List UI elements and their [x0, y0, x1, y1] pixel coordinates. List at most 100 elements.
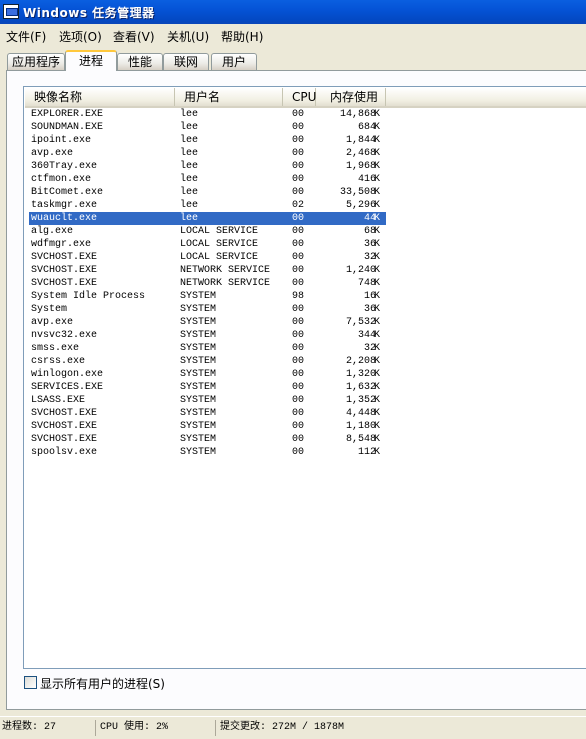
process-row[interactable]: EXPLORER.EXE lee 00 14,868 K — [24, 108, 586, 121]
menu-view[interactable]: 查看(V) — [113, 28, 155, 45]
process-memory: 8,548 — [345, 434, 376, 445]
process-memory: 1,968 — [345, 161, 376, 172]
column-cpu[interactable]: CPU — [283, 88, 316, 106]
process-list[interactable]: 映像名称 用户名 CPU 内存使用 EXPLORER.EXE lee 00 14,86… — [23, 86, 586, 669]
tab-performance[interactable]: 性能 — [117, 53, 163, 70]
status-process-count: 进程数: 27 — [2, 722, 57, 733]
process-cpu: 00 — [292, 122, 305, 133]
process-row[interactable]: csrss.exe SYSTEM 00 2,208 K — [24, 355, 586, 368]
tab-applications[interactable]: 应用程序 — [7, 53, 65, 70]
process-row[interactable]: nvsvc32.exe SYSTEM 00 344 K — [24, 329, 586, 342]
process-row[interactable]: avp.exe lee 00 2,468 K — [24, 147, 586, 160]
process-row[interactable]: LSASS.EXE SYSTEM 00 1,352 K — [24, 394, 586, 407]
process-memory-unit: K — [374, 213, 381, 224]
process-row[interactable]: SVCHOST.EXE SYSTEM 00 1,180 K — [24, 420, 586, 433]
process-memory-unit: K — [374, 356, 381, 367]
process-row[interactable]: ipoint.exe lee 00 1,844 K — [24, 134, 586, 147]
process-user: LOCAL SERVICE — [180, 239, 259, 250]
process-row[interactable]: SVCHOST.EXE NETWORK SERVICE 00 1,240 K — [24, 264, 586, 277]
show-all-users-label[interactable]: 显示所有用户的进程(S) — [40, 675, 165, 692]
process-name: SVCHOST.EXE — [31, 408, 98, 419]
process-cpu: 00 — [292, 421, 305, 432]
title-bar[interactable]: Windows 任务管理器 — [0, 0, 586, 24]
tab-users[interactable]: 用户 — [211, 53, 257, 70]
process-user: SYSTEM — [180, 447, 217, 458]
process-cpu: 00 — [292, 369, 305, 380]
column-user-name[interactable]: 用户名 — [175, 88, 283, 106]
process-row[interactable]: SVCHOST.EXE SYSTEM 00 4,448 K — [24, 407, 586, 420]
process-row[interactable]: avp.exe SYSTEM 00 7,532 K — [24, 316, 586, 329]
process-memory-unit: K — [374, 330, 381, 341]
task-manager-icon — [3, 4, 19, 19]
process-row[interactable]: System Idle Process SYSTEM 98 16 K — [24, 290, 586, 303]
process-row[interactable]: SVCHOST.EXE SYSTEM 00 8,548 K — [24, 433, 586, 446]
column-memory[interactable]: 内存使用 — [316, 88, 386, 106]
process-memory: 7,532 — [345, 317, 376, 328]
process-name: spoolsv.exe — [31, 447, 98, 458]
process-row[interactable]: SVCHOST.EXE LOCAL SERVICE 00 32 K — [24, 251, 586, 264]
process-memory-unit: K — [374, 148, 381, 159]
process-memory-unit: K — [374, 369, 381, 380]
process-name: winlogon.exe — [31, 369, 104, 380]
process-row[interactable]: alg.exe LOCAL SERVICE 00 68 K — [24, 225, 586, 238]
process-memory-unit: K — [374, 343, 381, 354]
process-memory: 36 — [363, 239, 376, 250]
process-row[interactable]: SOUNDMAN.EXE lee 00 684 K — [24, 121, 586, 134]
process-user: lee — [180, 213, 199, 224]
process-row[interactable]: smss.exe SYSTEM 00 32 K — [24, 342, 586, 355]
process-cpu: 00 — [292, 447, 305, 458]
process-name: csrss.exe — [31, 356, 86, 367]
menu-help[interactable]: 帮助(H) — [221, 28, 263, 45]
process-memory-unit: K — [374, 304, 381, 315]
menu-shutdown[interactable]: 关机(U) — [167, 28, 209, 45]
process-row[interactable]: 360Tray.exe lee 00 1,968 K — [24, 160, 586, 173]
show-all-users-checkbox[interactable] — [24, 676, 37, 689]
process-name: BitComet.exe — [31, 187, 104, 198]
process-memory: 1,240 — [345, 265, 376, 276]
process-row[interactable]: BitComet.exe lee 00 33,508 K — [24, 186, 586, 199]
process-user: SYSTEM — [180, 304, 217, 315]
process-user: lee — [180, 109, 199, 120]
process-memory-unit: K — [374, 434, 381, 445]
process-row[interactable]: taskmgr.exe lee 02 5,296 K — [24, 199, 586, 212]
process-row[interactable]: spoolsv.exe SYSTEM 00 112 K — [24, 446, 586, 459]
process-memory: 5,296 — [345, 200, 376, 211]
process-memory: 33,508 — [339, 187, 376, 198]
window-title: Windows 任务管理器 — [23, 6, 155, 20]
menu-file[interactable]: 文件(F) — [6, 28, 46, 45]
column-image-name[interactable]: 映像名称 — [25, 88, 175, 106]
process-memory-unit: K — [374, 252, 381, 263]
process-memory-unit: K — [374, 122, 381, 133]
process-cpu: 00 — [292, 226, 305, 237]
process-row[interactable]: SERVICES.EXE SYSTEM 00 1,632 K — [24, 381, 586, 394]
process-cpu: 00 — [292, 109, 305, 120]
process-row[interactable]: System SYSTEM 00 36 K — [24, 303, 586, 316]
process-row[interactable]: wdfmgr.exe LOCAL SERVICE 00 36 K — [24, 238, 586, 251]
process-name: SERVICES.EXE — [31, 382, 104, 393]
process-memory-unit: K — [374, 187, 381, 198]
process-memory: 14,868 — [339, 109, 376, 120]
process-user: LOCAL SERVICE — [180, 226, 259, 237]
process-name: SVCHOST.EXE — [31, 265, 98, 276]
process-memory-unit: K — [374, 408, 381, 419]
process-memory-unit: K — [374, 161, 381, 172]
process-user: SYSTEM — [180, 317, 217, 328]
process-row[interactable]: ctfmon.exe lee 00 416 K — [24, 173, 586, 186]
process-name: SVCHOST.EXE — [31, 421, 98, 432]
tab-processes[interactable]: 进程 — [65, 50, 117, 71]
process-row[interactable]: winlogon.exe SYSTEM 00 1,320 K — [24, 368, 586, 381]
menu-options[interactable]: 选项(O) — [59, 28, 102, 45]
process-cpu: 00 — [292, 356, 305, 367]
process-memory: 344 — [357, 330, 376, 341]
process-row[interactable]: wuauclt.exe lee 00 44 K — [24, 212, 586, 225]
tab-networking[interactable]: 联网 — [163, 53, 209, 70]
process-row[interactable]: SVCHOST.EXE NETWORK SERVICE 00 748 K — [24, 277, 586, 290]
process-memory-unit: K — [374, 226, 381, 237]
process-cpu: 00 — [292, 239, 305, 250]
process-cpu: 00 — [292, 135, 305, 146]
process-name: nvsvc32.exe — [31, 330, 98, 341]
process-user: SYSTEM — [180, 408, 217, 419]
process-memory-unit: K — [374, 421, 381, 432]
process-cpu: 00 — [292, 382, 305, 393]
process-cpu: 00 — [292, 187, 305, 198]
